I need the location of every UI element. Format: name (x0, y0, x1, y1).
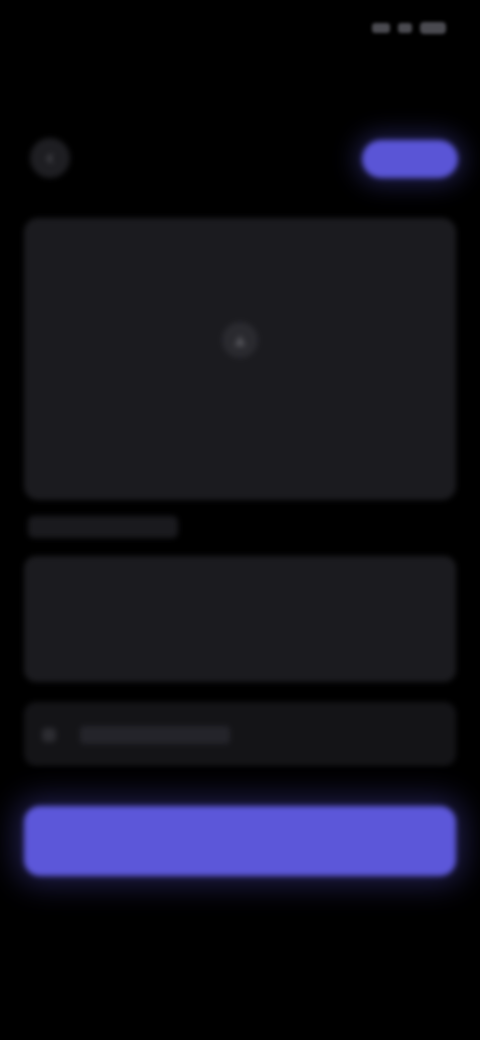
back-button[interactable]: ‹ (30, 138, 70, 178)
top-action-button[interactable] (362, 140, 458, 178)
status-bar (0, 0, 480, 60)
upload-icon: ▲ (222, 322, 258, 358)
checkbox[interactable] (42, 728, 56, 742)
toggle-label (80, 726, 230, 744)
battery-icon (420, 22, 446, 34)
upload-icon-glyph: ▲ (231, 329, 249, 350)
nav-bar: ‹ (0, 120, 480, 200)
status-icons (372, 22, 446, 34)
text-area[interactable] (24, 556, 456, 682)
toggle-row[interactable] (24, 702, 456, 766)
wifi-icon (398, 23, 412, 33)
section-label (28, 516, 178, 538)
back-icon: ‹ (46, 146, 54, 169)
primary-button[interactable] (24, 806, 456, 876)
upload-card[interactable]: ▲ (24, 218, 456, 500)
signal-icon (372, 23, 390, 33)
